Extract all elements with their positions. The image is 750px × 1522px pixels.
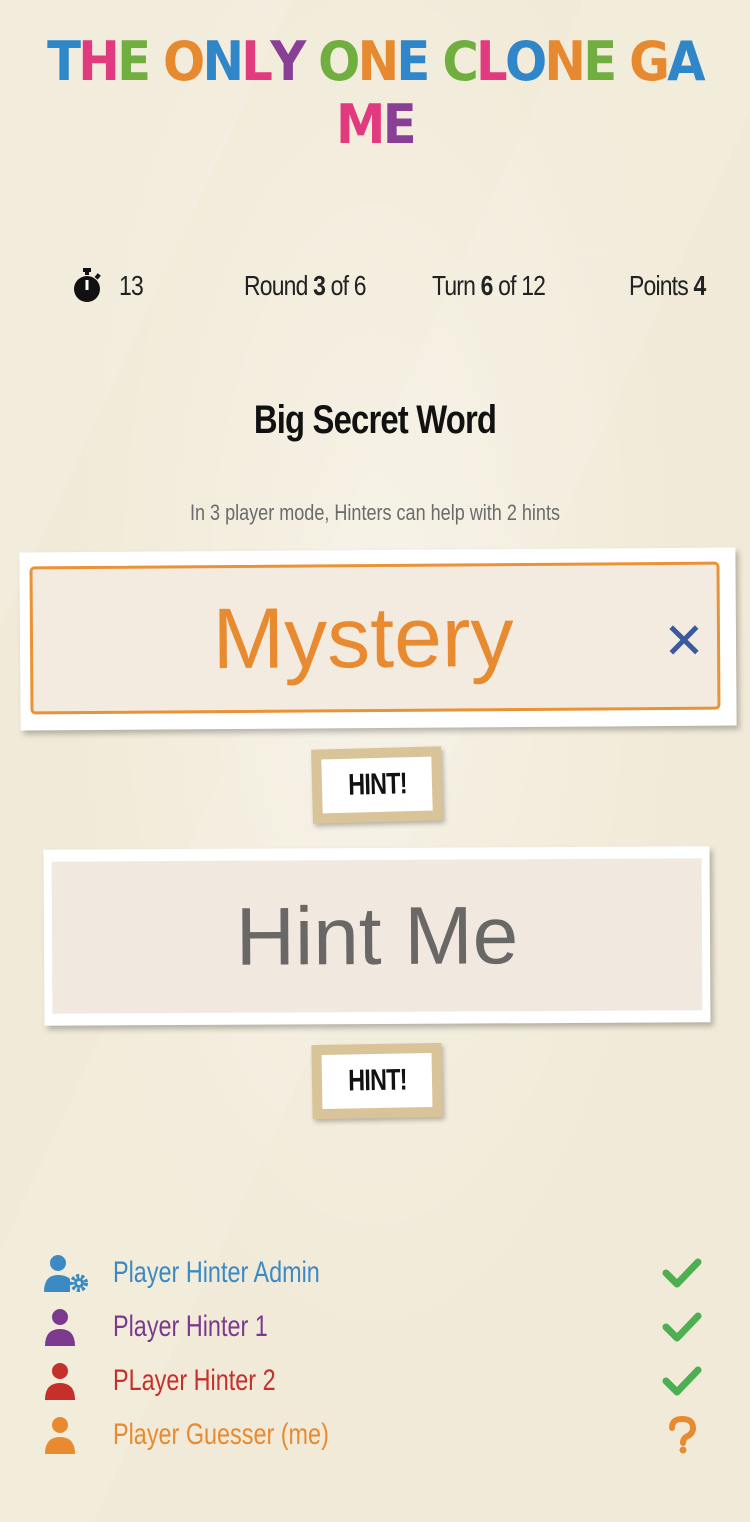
title-letter: C [442, 30, 478, 93]
title-letter: E [583, 30, 617, 93]
title-letter: Y [270, 30, 306, 93]
title-letter: L [241, 30, 273, 93]
game-title: THE ONLY ONE CLONE GAME [30, 30, 720, 156]
user-icon [45, 1309, 75, 1346]
mode-note: In 3 player mode, Hinters can help with … [189, 500, 561, 525]
player-row: Player Guesser (me) [0, 1410, 750, 1460]
player-name: Player Guesser (me) [113, 1418, 329, 1451]
hint-button-2[interactable]: HINT! [311, 1042, 443, 1120]
user-icon [45, 1363, 75, 1400]
title-letter [614, 30, 629, 93]
title-letter: L [476, 30, 508, 93]
hint-input-2-value: Hint Me [235, 890, 519, 983]
title-letter: G [629, 30, 670, 93]
title-letter [148, 30, 163, 93]
turn-counter: Turn 6 of 12 [432, 270, 546, 301]
hint-button-1-label: HINT! [347, 767, 407, 802]
user-gear-icon [44, 1255, 88, 1292]
hint-input-2[interactable]: Hint Me [51, 858, 703, 1014]
title-letter: H [78, 30, 120, 93]
player-name: Player Hinter Admin [113, 1256, 320, 1289]
round-counter: Round 3 of 6 [244, 270, 366, 301]
player-name: Player Hinter 1 [113, 1310, 268, 1343]
check-icon [662, 1312, 702, 1342]
secret-word-heading: Big Secret Word [253, 398, 497, 442]
title-letter: A [667, 30, 705, 93]
title-letter: N [357, 30, 400, 93]
hint-card-2: Hint Me [43, 846, 711, 1026]
question-icon [669, 1416, 697, 1454]
title-letter: O [318, 30, 360, 93]
user-icon [45, 1417, 75, 1454]
title-letter: E [396, 30, 430, 93]
hint-button-2-label: HINT! [347, 1063, 407, 1098]
close-icon[interactable] [669, 625, 699, 655]
title-letter: O [162, 30, 205, 93]
hint-input-1-value: Mystery [212, 589, 514, 688]
title-letter: N [544, 30, 586, 93]
title-letter: E [117, 30, 151, 93]
stopwatch-icon [74, 268, 101, 302]
game-stats-bar: 13 Round 3 of 6 Turn 6 of 12 Points 4 [0, 268, 750, 308]
hint-button-1[interactable]: HINT! [311, 746, 443, 824]
title-letter: N [202, 30, 244, 93]
hint-card-1: Mystery [19, 547, 737, 731]
check-icon [662, 1366, 702, 1396]
title-letter: E [382, 93, 417, 156]
title-letter [303, 30, 318, 93]
timer-value: 13 [119, 270, 144, 301]
title-letter: T [47, 30, 81, 93]
player-row: Player Hinter 1 [0, 1302, 750, 1352]
player-name: PLayer Hinter 2 [113, 1364, 276, 1397]
hint-input-1[interactable]: Mystery [29, 561, 721, 715]
title-letter: O [504, 30, 547, 93]
points-counter: Points 4 [629, 270, 706, 301]
title-letter: M [336, 93, 385, 156]
check-icon [662, 1258, 702, 1288]
player-row: Player Hinter Admin [0, 1248, 750, 1298]
title-letter [428, 30, 443, 93]
player-row: PLayer Hinter 2 [0, 1356, 750, 1406]
